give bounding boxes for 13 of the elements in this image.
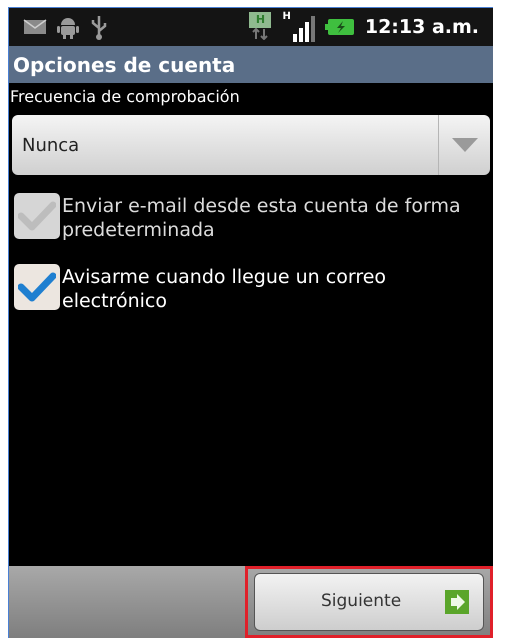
battery-icon <box>324 18 355 36</box>
usb-icon <box>89 14 109 40</box>
field-label: Frecuencia de comprobación <box>9 86 241 108</box>
android-icon <box>57 15 79 39</box>
frequency-dropdown[interactable]: Nunca <box>12 115 490 175</box>
next-button[interactable]: Siguiente <box>254 573 484 631</box>
screen-title: Opciones de cuenta <box>13 52 236 78</box>
option-label: Enviar e-mail desde esta cuenta de forma predeterminada <box>62 194 462 242</box>
checkbox[interactable] <box>14 264 60 310</box>
option-label: Avisarme cuando llegue un correo electrónico <box>62 265 388 313</box>
dropdown-arrow-icon <box>452 138 478 152</box>
status-time: 12:13 a.m. <box>364 14 479 40</box>
envelope-icon <box>23 18 47 36</box>
